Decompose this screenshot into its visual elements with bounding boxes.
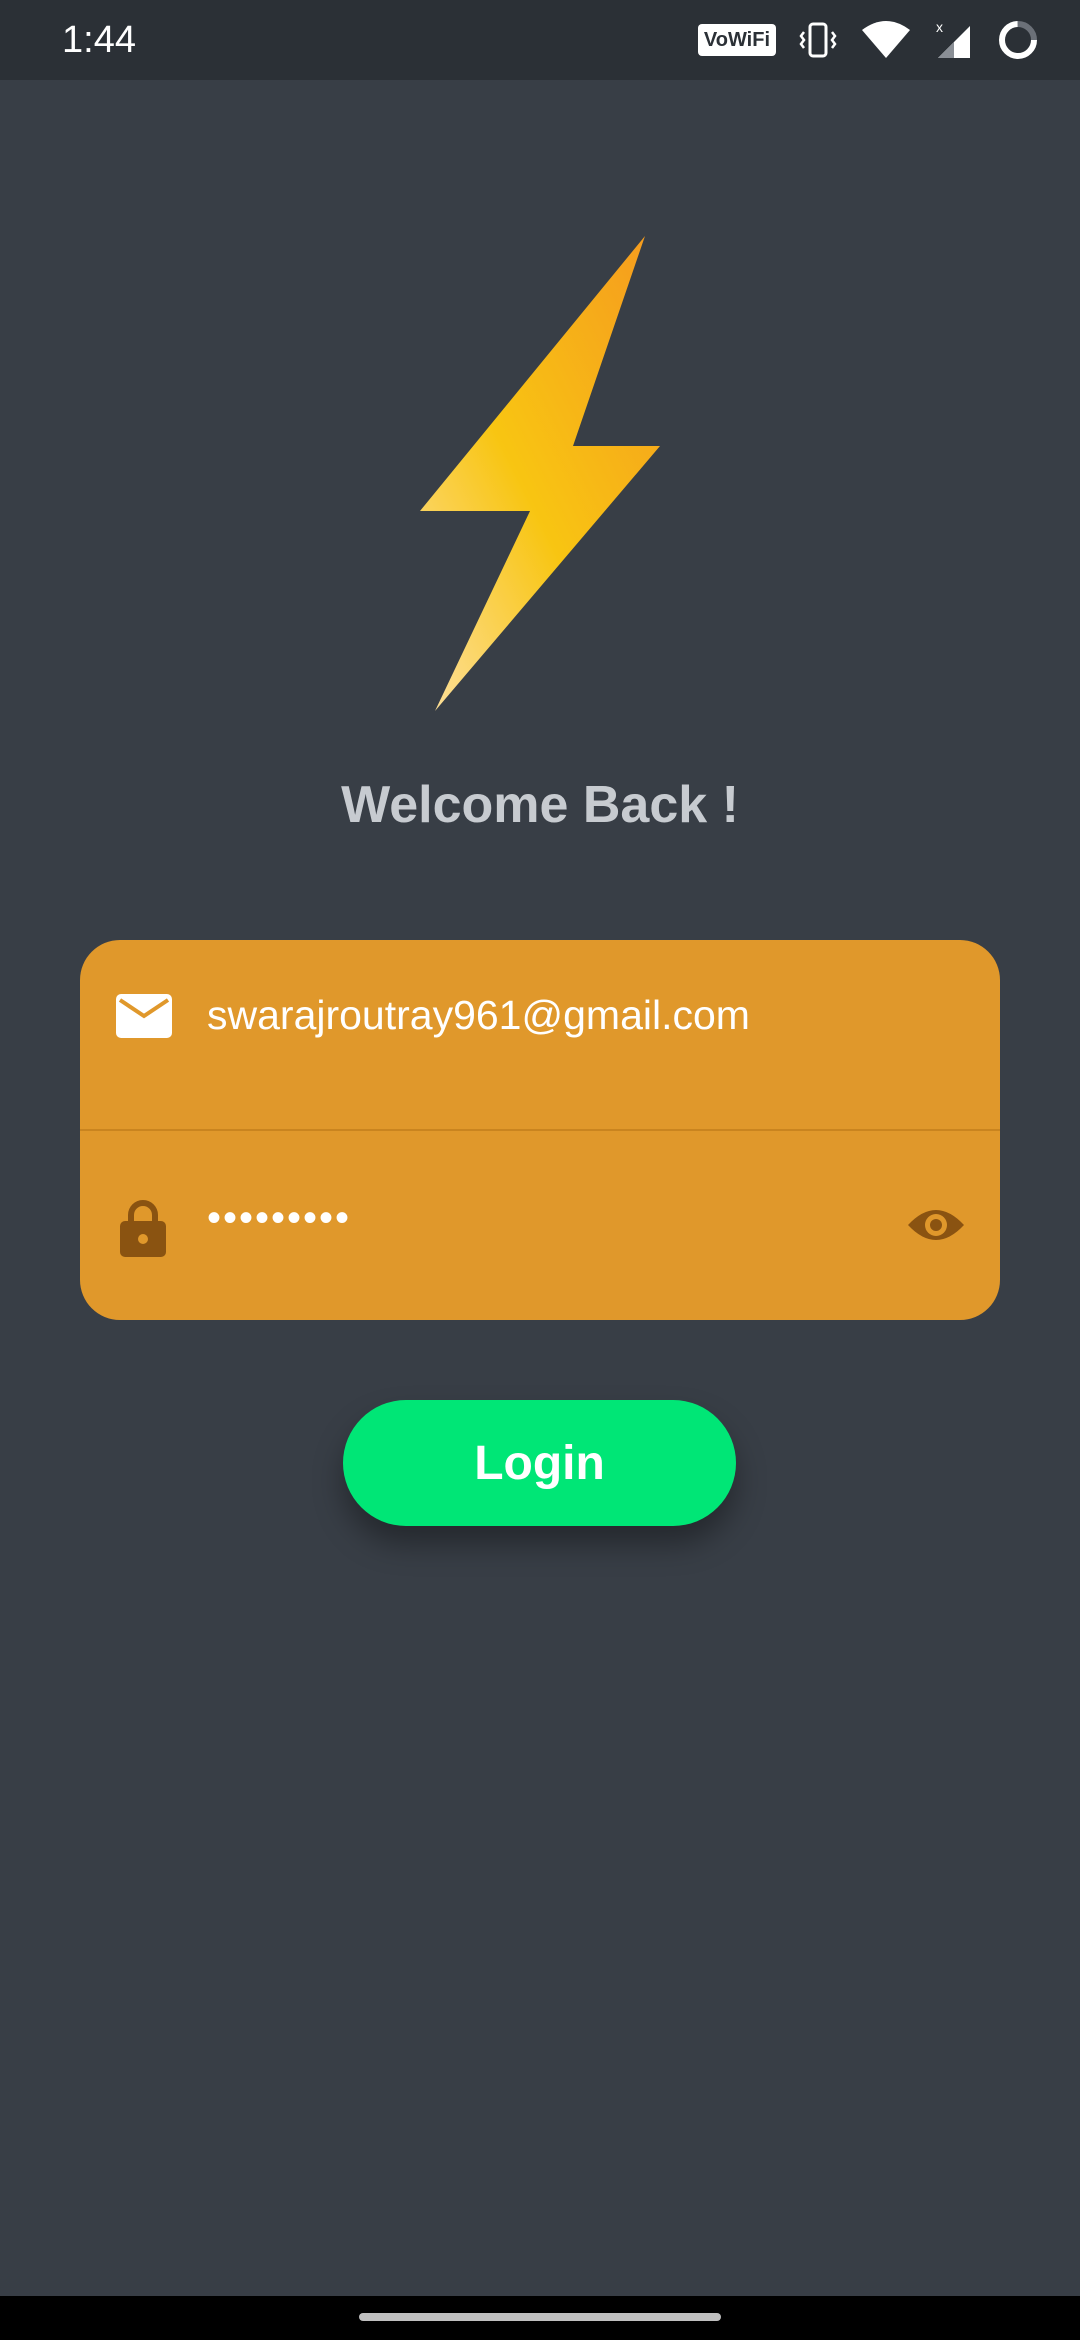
welcome-title: Welcome Back ! [341,776,739,834]
mail-icon [116,994,172,1038]
vibrate-icon [799,22,837,58]
loading-icon [999,21,1037,59]
login-button[interactable]: Login [343,1400,736,1526]
wifi-icon [862,21,910,58]
email-field[interactable]: swarajroutray961@gmail.com [80,940,1000,1131]
vowifi-icon: VoWiFi [697,24,776,56]
gesture-handle[interactable] [359,2313,721,2321]
password-value[interactable]: ••••••••• [207,1193,351,1243]
navigation-bar [0,2296,1080,2340]
lock-icon [120,1200,166,1257]
eye-icon[interactable] [906,1203,966,1247]
password-field[interactable]: ••••••••• [80,1131,1000,1320]
login-card: swarajroutray961@gmail.com ••••••••• [80,940,1000,1320]
status-icons: VoWiFi x [697,18,1040,62]
email-value[interactable]: swarajroutray961@gmail.com [207,990,750,1040]
lightning-bolt-icon [420,236,660,711]
svg-text:x: x [936,20,943,35]
signal-icon: x [936,20,970,58]
status-bar: 1:44 VoWiFi x [0,0,1080,80]
status-time: 1:44 [62,19,136,61]
